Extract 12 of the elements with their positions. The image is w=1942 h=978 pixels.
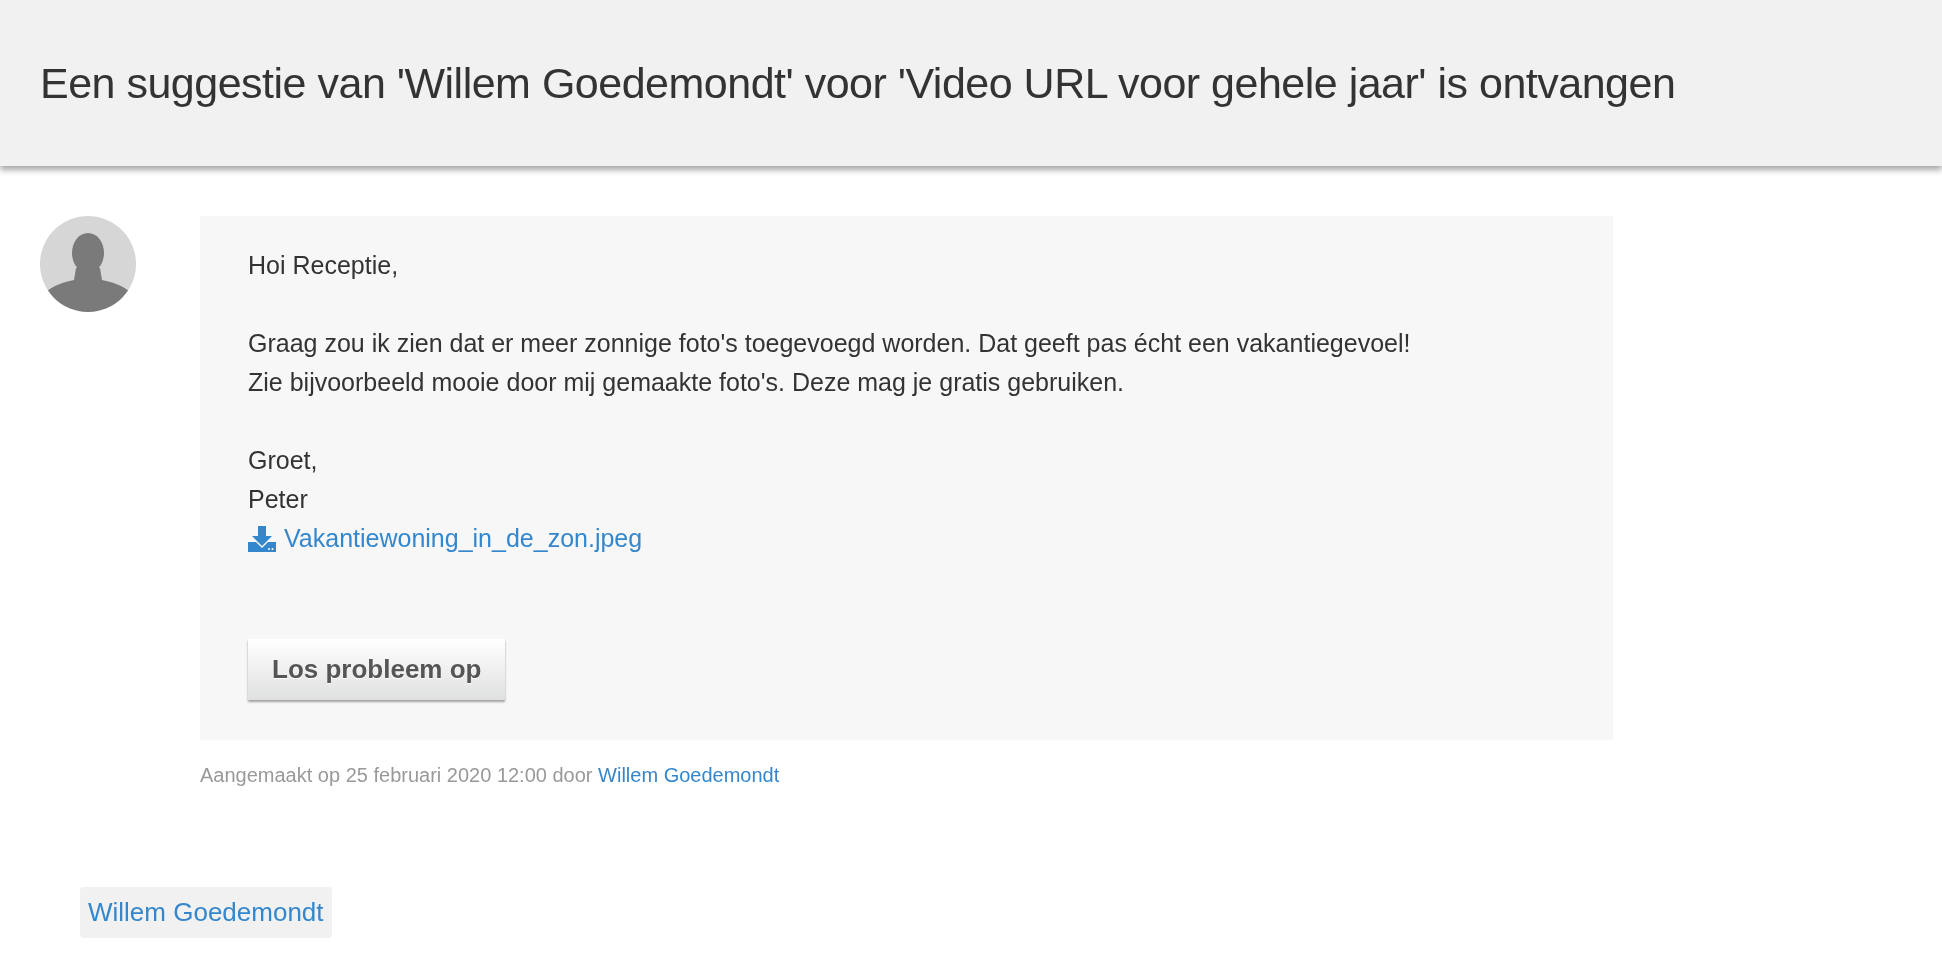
author-link[interactable]: Willem Goedemondt [598, 764, 780, 786]
created-info: Aangemaakt op 25 februari 2020 12:00 door [200, 764, 593, 786]
message-text: Zie bijvoorbeeld mooie door mij gemaakte foto's. Deze mag je gratis gebruiken. [248, 367, 1126, 398]
message-text: Groet, [248, 445, 319, 476]
resolve-button[interactable]: Los probleem op [248, 639, 506, 700]
page-title: Een suggestie van 'Willem Goedemondt' voor 'Video URL voor gehele jaar' is ontvangen [40, 58, 1676, 108]
message-text: Graag zou ik zien dat er meer zonnige foto's toegevoegd worden. Dat geeft pas écht een vakantiegevoel! [248, 328, 1412, 359]
attachment-link[interactable]: Vakantiewoning_in_de_zon.jpeg [248, 519, 643, 558]
user-tag[interactable]: Willem Goedemondt [80, 887, 332, 938]
download-icon [248, 525, 276, 552]
message-text: Hoi Receptie, [248, 250, 400, 281]
message-text: Peter [248, 484, 309, 515]
